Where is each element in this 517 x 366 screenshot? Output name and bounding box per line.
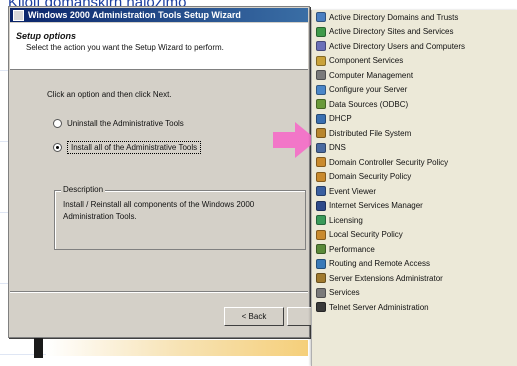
tool-item[interactable]: Active Directory Domains and Trusts xyxy=(312,10,517,25)
domain-policy-icon xyxy=(316,171,326,182)
tool-item[interactable]: Distributed File System xyxy=(312,126,517,141)
tool-label[interactable]: Internet Services Manager xyxy=(329,201,423,210)
tool-item[interactable]: Performance xyxy=(312,242,517,257)
description-text: Install / Reinstall all components of th… xyxy=(63,200,255,221)
licensing-icon xyxy=(316,215,326,226)
back-button[interactable]: < Back xyxy=(224,307,284,326)
option-install[interactable]: Install all of the Administrative Tools xyxy=(53,141,202,154)
domains-icon xyxy=(316,12,326,23)
local-policy-icon xyxy=(316,229,326,240)
services-icon xyxy=(316,287,326,298)
description-group: Description Install / Reinstall all comp… xyxy=(54,185,306,250)
tool-item[interactable]: Active Directory Users and Computers xyxy=(312,39,517,54)
tool-label[interactable]: Data Sources (ODBC) xyxy=(329,100,408,109)
setup-wizard-dialog: Windows 2000 Administration Tools Setup … xyxy=(8,6,329,338)
component-icon xyxy=(316,55,326,66)
tool-item[interactable]: Internet Services Manager xyxy=(312,199,517,214)
database-icon xyxy=(316,99,326,110)
tool-item[interactable]: DHCP xyxy=(312,112,517,127)
tool-label[interactable]: Active Directory Domains and Trusts xyxy=(329,13,458,22)
tool-label[interactable]: Local Security Policy xyxy=(329,230,403,239)
tool-item[interactable]: Services xyxy=(312,286,517,301)
instruction-text: Click an option and then click Next. xyxy=(47,90,172,99)
tool-label[interactable]: Active Directory Users and Computers xyxy=(329,42,465,51)
tool-item[interactable]: Licensing xyxy=(312,213,517,228)
administrative-tools-list: Active Directory Domains and Trusts Activ… xyxy=(311,10,517,366)
tool-item[interactable]: DNS xyxy=(312,141,517,156)
tool-label[interactable]: DNS xyxy=(329,143,346,152)
tool-label[interactable]: Event Viewer xyxy=(329,187,376,196)
tool-item[interactable]: Server Extensions Administrator xyxy=(312,271,517,286)
users-icon xyxy=(316,41,326,52)
tool-item[interactable]: Domain Controller Security Policy xyxy=(312,155,517,170)
tool-item[interactable]: Component Services xyxy=(312,54,517,69)
tool-label[interactable]: Server Extensions Administrator xyxy=(329,274,443,283)
tool-label[interactable]: Configure your Server xyxy=(329,85,407,94)
iis-icon xyxy=(316,200,326,211)
dhcp-icon xyxy=(316,113,326,124)
tool-label[interactable]: Domain Controller Security Policy xyxy=(329,158,448,167)
tool-item[interactable]: Active Directory Sites and Services xyxy=(312,25,517,40)
sites-icon xyxy=(316,26,326,37)
dns-icon xyxy=(316,142,326,153)
description-legend: Description xyxy=(61,185,106,194)
window-title: Windows 2000 Administration Tools Setup … xyxy=(28,10,241,20)
header-title: Setup options xyxy=(16,31,76,41)
title-bar[interactable]: Windows 2000 Administration Tools Setup … xyxy=(10,8,308,22)
computer-icon xyxy=(316,70,326,81)
performance-icon xyxy=(316,244,326,255)
tool-label[interactable]: Component Services xyxy=(329,56,403,65)
configure-icon xyxy=(316,84,326,95)
uninstall-radio[interactable] xyxy=(53,119,62,128)
install-label[interactable]: Install all of the Administrative Tools xyxy=(67,141,202,154)
tool-label[interactable]: Distributed File System xyxy=(329,129,411,138)
dfs-icon xyxy=(316,128,326,139)
tool-item[interactable]: Local Security Policy xyxy=(312,228,517,243)
event-viewer-icon xyxy=(316,186,326,197)
bottom-gradient xyxy=(46,340,308,356)
header-subtitle: Select the action you want the Setup Wiz… xyxy=(26,43,224,52)
extensions-icon xyxy=(316,273,326,284)
tool-label[interactable]: Performance xyxy=(329,245,375,254)
dark-bar xyxy=(34,338,43,358)
tool-label[interactable]: DHCP xyxy=(329,114,352,123)
tool-item[interactable]: Domain Security Policy xyxy=(312,170,517,185)
tool-item[interactable]: Configure your Server xyxy=(312,83,517,98)
uninstall-label[interactable]: Uninstall the Administrative Tools xyxy=(67,119,184,128)
tool-item[interactable]: Event Viewer xyxy=(312,184,517,199)
tool-item[interactable]: Routing and Remote Access xyxy=(312,257,517,272)
tool-label[interactable]: Active Directory Sites and Services xyxy=(329,27,454,36)
tool-item[interactable]: Telnet Server Administration xyxy=(312,300,517,315)
button-separator xyxy=(10,291,308,293)
tool-item[interactable]: Computer Management xyxy=(312,68,517,83)
install-radio[interactable] xyxy=(53,143,62,152)
telnet-icon xyxy=(316,302,326,313)
option-uninstall[interactable]: Uninstall the Administrative Tools xyxy=(53,119,184,128)
routing-icon xyxy=(316,258,326,269)
tool-item[interactable]: Data Sources (ODBC) xyxy=(312,97,517,112)
tool-label[interactable]: Services xyxy=(329,288,360,297)
window-icon xyxy=(13,9,24,21)
tool-label[interactable]: Telnet Server Administration xyxy=(329,303,429,312)
tool-label[interactable]: Licensing xyxy=(329,216,363,225)
tool-label[interactable]: Domain Security Policy xyxy=(329,172,411,181)
tool-label[interactable]: Computer Management xyxy=(329,71,413,80)
wizard-header: Setup options Select the action you want… xyxy=(10,23,308,70)
tool-label[interactable]: Routing and Remote Access xyxy=(329,259,430,268)
dc-policy-icon xyxy=(316,157,326,168)
